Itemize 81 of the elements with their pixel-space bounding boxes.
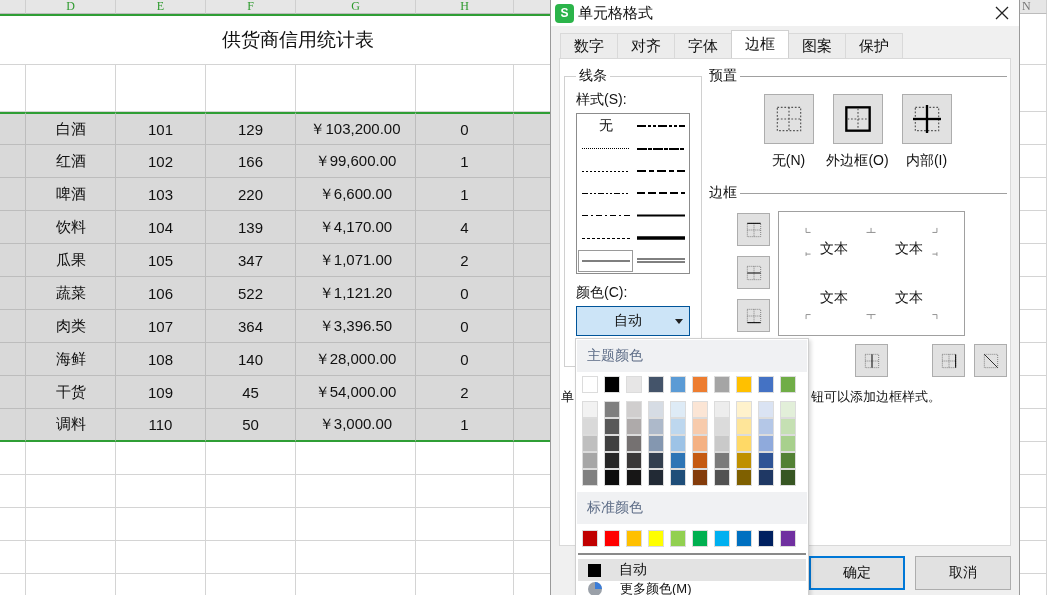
preview-text: 文本 [820,289,849,308]
table-cell: ￥3,000.00 [296,409,416,442]
table-cell: 107 [116,310,206,343]
table-cell: 364 [206,310,296,343]
hint-text: 钮可以添加边框样式。 [811,388,941,406]
menu-heading: 主题颜色 [577,340,807,372]
tab[interactable]: 对齐 [617,33,675,58]
table-cell: 啤酒 [26,178,116,211]
table-cell: 110 [116,409,206,442]
table-cell: 0 [416,112,514,145]
hint-text: 单 [561,388,574,406]
table-cell: 166 [206,145,296,178]
table-cell: 0 [416,310,514,343]
section-title: 预置 [709,67,737,85]
table-cell: 饮料 [26,211,116,244]
table-cell: 白酒 [26,112,116,145]
table-cell: 1 [416,178,514,211]
table-cell: 139 [206,211,296,244]
table-cell: ￥6,600.00 [296,178,416,211]
cancel-button[interactable]: 取消 [915,556,1011,590]
table-cell: 101 [116,112,206,145]
table-cell: 140 [206,343,296,376]
table-cell: 2 [416,244,514,277]
preview-text: 文本 [894,289,923,308]
line-style-option[interactable]: 无 [578,115,633,138]
table-cell: 蔬菜 [26,277,116,310]
menu-heading: 标准颜色 [577,492,807,524]
section-title: 边框 [709,184,737,202]
table-cell: 103 [116,178,206,211]
table-cell: 106 [116,277,206,310]
table-cell: 干货 [26,376,116,409]
table-cell: ￥3,396.50 [296,310,416,343]
tab[interactable]: 图案 [788,33,846,58]
table-cell: ￥103,200.00 [296,112,416,145]
tab[interactable]: 保护 [845,33,903,58]
color-dropdown[interactable]: 自动 [576,306,690,336]
table-cell: ￥1,071.00 [296,244,416,277]
ok-button[interactable]: 确定 [809,556,905,590]
menu-item[interactable]: 更多颜色(M) [578,582,806,595]
field-label: 样式(S): [576,91,628,109]
table-cell: 108 [116,343,206,376]
table-cell: ￥54,000.00 [296,376,416,409]
table-cell: 海鲜 [26,343,116,376]
table-cell: ￥1,121.20 [296,277,416,310]
group-title: 线条 [578,67,608,85]
table-cell: 调料 [26,409,116,442]
tab[interactable]: 边框 [731,30,789,58]
table-cell: 1 [416,145,514,178]
menu-item[interactable]: 自动 [578,559,806,581]
table-cell: 红酒 [26,145,116,178]
table-cell: ￥4,170.00 [296,211,416,244]
table-cell: 45 [206,376,296,409]
preset-label: 外边框(O) [826,152,889,170]
table-cell: 2 [416,376,514,409]
table-cell: 0 [416,343,514,376]
table-cell: 102 [116,145,206,178]
table-cell: 220 [206,178,296,211]
table-cell: 129 [206,112,296,145]
sheet-title: 供货商信用统计表 [0,14,514,65]
table-cell: 1 [416,409,514,442]
table-cell: ￥99,600.00 [296,145,416,178]
window-title: 单元格格式 [578,3,654,23]
table-cell: ￥28,000.00 [296,343,416,376]
app-icon: S [555,3,574,23]
table-cell: 104 [116,211,206,244]
tab[interactable]: 字体 [674,33,732,58]
table-cell: 109 [116,376,206,409]
tab[interactable]: 数字 [560,33,618,58]
preview-text: 文本 [894,239,923,258]
preset-label: 内部(I) [905,152,948,170]
table-cell: 50 [206,409,296,442]
table-cell: 4 [416,211,514,244]
table-cell: 105 [116,244,206,277]
table-cell: 肉类 [26,310,116,343]
table-cell: 522 [206,277,296,310]
table-cell: 347 [206,244,296,277]
table-cell: 0 [416,277,514,310]
preset-label: 无(N) [771,152,806,170]
field-label: 颜色(C): [576,284,629,302]
preview-text: 文本 [820,239,849,258]
table-cell: 瓜果 [26,244,116,277]
